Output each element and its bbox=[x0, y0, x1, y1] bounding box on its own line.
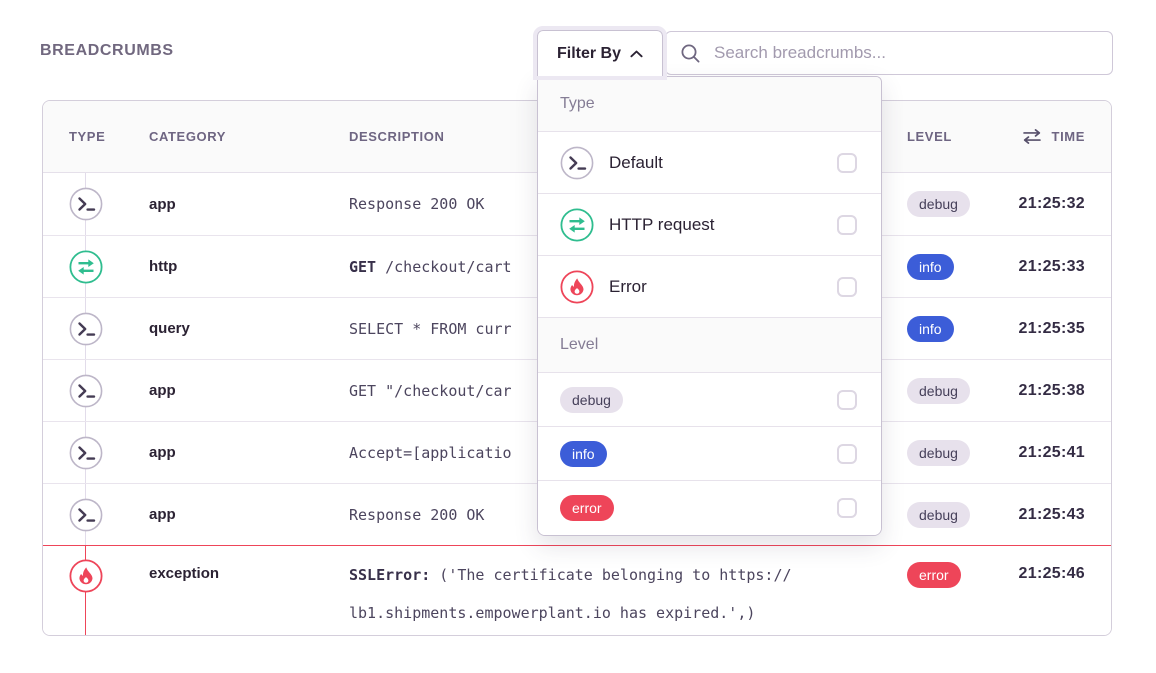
time-cell: 21:25:35 bbox=[1001, 320, 1111, 338]
filter-option[interactable]: HTTP request bbox=[538, 194, 881, 256]
category-cell: http bbox=[129, 258, 329, 275]
category-cell: app bbox=[129, 196, 329, 213]
level-badge: info bbox=[907, 254, 954, 280]
column-header-time: TIME bbox=[1052, 129, 1085, 144]
flame-icon bbox=[560, 270, 594, 304]
level-badge: error bbox=[560, 495, 614, 521]
checkbox[interactable] bbox=[837, 215, 857, 235]
filter-option[interactable]: Error bbox=[538, 256, 881, 318]
level-badge: info bbox=[560, 441, 607, 467]
filter-option-label: Default bbox=[609, 153, 723, 173]
time-cell: 21:25:43 bbox=[1001, 506, 1111, 524]
column-header-level: LEVEL bbox=[881, 129, 1001, 144]
category-cell: app bbox=[129, 382, 329, 399]
chevron-up-icon bbox=[630, 50, 643, 58]
checkbox[interactable] bbox=[837, 153, 857, 173]
column-header-category: CATEGORY bbox=[129, 129, 329, 144]
checkbox[interactable] bbox=[837, 498, 857, 518]
checkbox[interactable] bbox=[837, 444, 857, 464]
description-cell: SSLError: ('The certificate belonging to… bbox=[329, 546, 881, 632]
search-icon bbox=[680, 43, 701, 64]
category-cell: app bbox=[129, 506, 329, 523]
time-cell: 21:25:38 bbox=[1001, 382, 1111, 400]
http-icon bbox=[560, 208, 594, 242]
terminal-icon bbox=[69, 498, 103, 532]
level-badge: debug bbox=[907, 378, 970, 404]
level-badge: info bbox=[907, 316, 954, 342]
filter-option[interactable]: Default bbox=[538, 132, 881, 194]
page-title: BREADCRUMBS bbox=[40, 42, 174, 60]
column-header-type: TYPE bbox=[43, 129, 129, 144]
terminal-icon bbox=[69, 187, 103, 221]
checkbox[interactable] bbox=[837, 390, 857, 410]
http-icon bbox=[69, 250, 103, 284]
filter-option[interactable]: debug bbox=[538, 373, 881, 427]
filter-option[interactable]: error bbox=[538, 481, 881, 535]
terminal-icon bbox=[69, 374, 103, 408]
terminal-icon bbox=[560, 146, 594, 180]
table-row: exception SSLError: ('The certificate be… bbox=[43, 545, 1111, 635]
time-sort-header[interactable]: TIME bbox=[1001, 129, 1111, 144]
search-box bbox=[665, 31, 1113, 75]
category-cell: app bbox=[129, 444, 329, 461]
category-cell: exception bbox=[129, 546, 329, 582]
filter-by-label: Filter By bbox=[557, 45, 621, 63]
level-badge: debug bbox=[907, 440, 970, 466]
terminal-icon bbox=[69, 436, 103, 470]
level-badge: debug bbox=[560, 387, 623, 413]
filter-section-header: Type bbox=[538, 77, 881, 132]
filter-option[interactable]: info bbox=[538, 427, 881, 481]
time-cell: 21:25:41 bbox=[1001, 444, 1111, 462]
flame-icon bbox=[69, 559, 103, 593]
filter-option-label: HTTP request bbox=[609, 215, 723, 235]
level-badge: debug bbox=[907, 191, 970, 217]
time-cell: 21:25:32 bbox=[1001, 195, 1111, 213]
checkbox[interactable] bbox=[837, 277, 857, 297]
terminal-icon bbox=[69, 312, 103, 346]
level-badge: error bbox=[907, 562, 961, 588]
time-cell: 21:25:33 bbox=[1001, 258, 1111, 276]
category-cell: query bbox=[129, 320, 329, 337]
sort-swap-arrows-icon bbox=[1021, 129, 1043, 144]
filter-dropdown: Type Default HTTP request Error Level de… bbox=[537, 76, 882, 536]
time-cell: 21:25:46 bbox=[1001, 546, 1111, 583]
search-input[interactable] bbox=[712, 42, 1098, 64]
level-badge: debug bbox=[907, 502, 970, 528]
filter-option-label: Error bbox=[609, 277, 723, 297]
filter-section-header: Level bbox=[538, 318, 881, 373]
filter-by-button[interactable]: Filter By bbox=[537, 30, 663, 76]
